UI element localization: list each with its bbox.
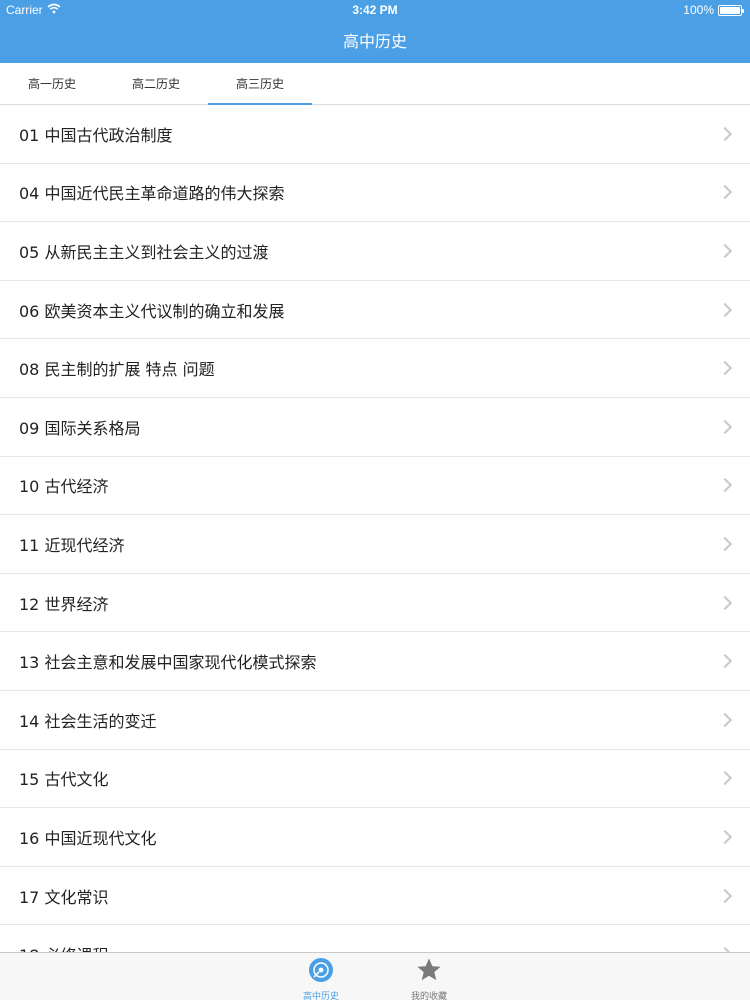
chevron-right-icon xyxy=(717,185,733,200)
list-item-label: 17 文化常识 xyxy=(19,887,109,907)
list-item-label: 12 世界经济 xyxy=(19,594,109,614)
list-item-label: 04 中国近代民主革命道路的伟大探索 xyxy=(19,184,285,204)
list-item-label: 10 古代经济 xyxy=(19,477,109,497)
tab-bar-label: 我的收藏 xyxy=(410,992,447,1000)
list-item[interactable]: 09 国际关系格局 xyxy=(0,398,750,457)
list-item-label: 18 必修课程 xyxy=(19,942,108,952)
list-item[interactable]: 10 古代经济 xyxy=(0,457,750,516)
star-icon xyxy=(416,958,442,987)
chevron-right-icon xyxy=(717,126,733,141)
list-item[interactable]: 18 必修课程 xyxy=(0,925,750,952)
list-item[interactable]: 15 古代文化 xyxy=(0,750,750,809)
list-item-label: 11 近现代经济 xyxy=(19,535,125,555)
list-item-label: 14 社会生活的变迁 xyxy=(19,711,157,731)
list-item[interactable]: 16 中国近现代文化 xyxy=(0,808,750,867)
topic-list[interactable]: 01 中国古代政治制度 04 中国近代民主革命道路的伟大探索 05 从新民主主义… xyxy=(0,105,750,952)
list-item[interactable]: 05 从新民主主义到社会主义的过渡 xyxy=(0,222,750,281)
list-item-label: 09 国际关系格局 xyxy=(19,418,141,438)
list-item-label: 06 欧美资本主义代议制的确立和发展 xyxy=(19,301,285,321)
disc-icon xyxy=(308,958,334,987)
chevron-right-icon xyxy=(717,712,733,727)
list-item[interactable]: 11 近现代经济 xyxy=(0,515,750,574)
battery-label: 100% xyxy=(683,3,714,17)
chevron-right-icon xyxy=(717,419,733,434)
list-item-label: 15 古代文化 xyxy=(19,770,109,790)
chevron-right-icon xyxy=(717,478,733,493)
chevron-right-icon xyxy=(717,654,733,669)
status-right: 100% xyxy=(683,3,744,17)
chevron-right-icon xyxy=(717,536,733,552)
list-item[interactable]: 13 社会主意和发展中国家现代化模式探索 xyxy=(0,632,750,691)
tab-label: 高一历史 xyxy=(27,77,76,91)
tab-bar-label: 高中历史 xyxy=(302,992,339,1000)
status-bar: Carrier 3:42 PM 100% xyxy=(0,0,750,20)
grade-tabs: 高一历史 高二历史 高三历史 xyxy=(0,63,750,106)
page-title: 高中历史 xyxy=(342,32,407,51)
list-item[interactable]: 14 社会生活的变迁 xyxy=(0,691,750,750)
tab-grade-2[interactable]: 高二历史 xyxy=(104,63,208,105)
tab-grade-3[interactable]: 高三历史 xyxy=(208,63,312,106)
bottom-tab-bar: 高中历史 我的收藏 xyxy=(0,952,750,1000)
chevron-right-icon xyxy=(717,302,733,317)
tab-bar-favorites[interactable]: 我的收藏 xyxy=(399,957,459,1000)
list-item-label: 16 中国近现代文化 xyxy=(19,828,157,848)
chevron-right-icon xyxy=(717,888,733,903)
chevron-right-icon xyxy=(717,595,733,610)
list-item[interactable]: 04 中国近代民主革命道路的伟大探索 xyxy=(0,164,750,223)
chevron-right-icon xyxy=(717,771,733,786)
nav-bar: 高中历史 xyxy=(0,20,750,63)
tab-bar-history[interactable]: 高中历史 xyxy=(291,957,351,1000)
list-item[interactable]: 01 中国古代政治制度 xyxy=(0,105,750,164)
battery-icon xyxy=(718,4,744,16)
tab-label: 高二历史 xyxy=(131,77,180,91)
chevron-right-icon xyxy=(717,243,733,259)
tab-grade-1[interactable]: 高一历史 xyxy=(0,63,104,105)
list-item[interactable]: 17 文化常识 xyxy=(0,867,750,926)
list-item[interactable]: 12 世界经济 xyxy=(0,574,750,633)
chevron-right-icon xyxy=(717,361,733,376)
list-item-label: 08 民主制的扩展 特点 问题 xyxy=(19,360,215,380)
list-item-label: 05 从新民主主义到社会主义的过渡 xyxy=(19,242,269,262)
list-item-label: 01 中国古代政治制度 xyxy=(19,125,173,145)
tab-label: 高三历史 xyxy=(235,77,284,91)
list-item-label: 13 社会主意和发展中国家现代化模式探索 xyxy=(19,653,317,673)
status-time: 3:42 PM xyxy=(352,3,398,17)
list-item[interactable]: 08 民主制的扩展 特点 问题 xyxy=(0,339,750,398)
list-item[interactable]: 06 欧美资本主义代议制的确立和发展 xyxy=(0,281,750,340)
chevron-right-icon xyxy=(717,829,733,844)
